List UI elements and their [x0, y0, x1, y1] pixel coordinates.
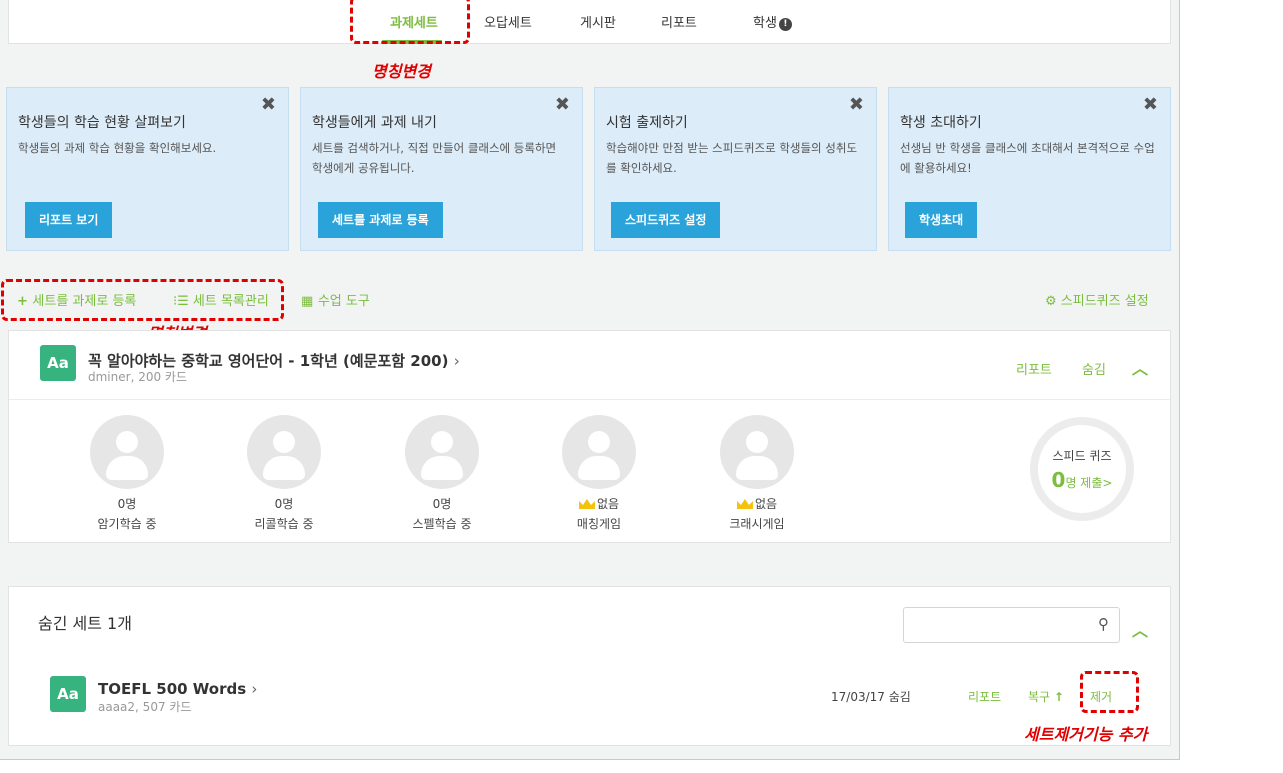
chevron-right-icon: › — [453, 352, 460, 370]
close-icon[interactable]: ✖ — [849, 94, 864, 115]
arrow-up-icon: ↑ — [1053, 690, 1064, 704]
card-report-overview: ✖ 학생들의 학습 현황 살펴보기 학생들의 과제 학습 현황을 확인해보세요.… — [6, 87, 289, 251]
stat-count: 0명 — [274, 497, 294, 511]
set-meta: dminer, 200 카드 — [88, 370, 187, 384]
card-desc: 세트를 검색하거나, 직접 만들어 클래스에 등록하면 학생에게 공유됩니다. — [312, 141, 557, 175]
register-set-button[interactable]: 세트를 과제로 등록 — [318, 202, 443, 238]
info-icon: ! — [778, 18, 792, 31]
close-icon[interactable]: ✖ — [261, 94, 276, 115]
stat-count: 없음 — [596, 497, 620, 511]
speed-quiz-widget[interactable]: 스피드 퀴즈 0명 제출> — [1030, 417, 1134, 521]
stat-label: 매칭게임 — [576, 517, 622, 531]
user-avatar-icon — [720, 415, 794, 489]
stat-count: 없음 — [754, 497, 778, 511]
stat-recall: 0명 리콜학습 중 — [234, 415, 334, 532]
view-report-button[interactable]: 리포트 보기 — [25, 202, 113, 238]
user-avatar-icon — [562, 415, 636, 489]
tab-students-label: 학생 — [753, 16, 777, 31]
card-desc: 선생님 반 학생을 클래스에 초대해서 본격적으로 수업에 활용하세요! — [900, 141, 1155, 175]
stat-count: 0명 — [117, 497, 137, 511]
crown-icon — [578, 499, 595, 509]
gear-icon: ⚙ — [1045, 294, 1061, 309]
card-title: 학생 초대하기 — [900, 115, 982, 131]
tab-students[interactable]: 학생! — [753, 12, 792, 31]
hidden-set-badge: Aa — [50, 676, 86, 712]
hidden-set-meta: aaaa2, 507 카드 — [98, 700, 192, 714]
invite-student-button[interactable]: 학생초대 — [905, 202, 978, 238]
search-field[interactable] — [912, 608, 1082, 640]
stat-memorize: 0명 암기학습 중 — [77, 415, 177, 532]
tab-board[interactable]: 게시판 — [580, 12, 616, 31]
hidden-set-title-link[interactable]: TOEFL 500 Words › — [98, 680, 257, 698]
speed-quiz-setup-button[interactable]: 스피드퀴즈 설정 — [611, 202, 721, 238]
annotation-rename-top: 명칭변경 — [372, 62, 431, 81]
stat-label: 크래시게임 — [729, 517, 785, 531]
card-assign-homework: ✖ 학생들에게 과제 내기 세트를 검색하거나, 직접 만들어 클래스에 등록하… — [300, 87, 583, 251]
divider — [9, 399, 1170, 400]
search-icon[interactable]: ⚲ — [1098, 615, 1109, 633]
stat-label: 스펠학습 중 — [412, 517, 472, 531]
stat-spell: 0명 스펠학습 중 — [392, 415, 492, 532]
stat-crash-game: 없음 크래시게임 — [707, 415, 807, 532]
stat-label: 리콜학습 중 — [254, 517, 314, 531]
chevron-up-icon[interactable]: ︿ — [1132, 355, 1148, 379]
hidden-date: 17/03/17 숨김 — [831, 690, 911, 704]
hidden-sets-title: 숨긴 세트 1개 — [38, 614, 132, 633]
tab-report[interactable]: 리포트 — [661, 12, 697, 31]
hidden-set-title: TOEFL 500 Words — [98, 680, 247, 698]
chevron-up-icon[interactable]: ︿ — [1132, 617, 1148, 641]
card-title: 시험 출제하기 — [606, 115, 688, 131]
quiz-suffix: 명 제출> — [1065, 476, 1113, 490]
card-desc: 학생들의 과제 학습 현황을 확인해보세요. — [18, 141, 217, 155]
tab-wrong-answer-sets[interactable]: 오답세트 — [484, 12, 532, 31]
app-frame: 과제세트 오답세트 게시판 리포트 학생! 명칭변경 ✖ 학생들의 학습 현황 … — [0, 0, 1180, 760]
card-invite-students: ✖ 학생 초대하기 선생님 반 학생을 클래스에 초대해서 본격적으로 수업에 … — [888, 87, 1171, 251]
card-desc: 학습해야만 만점 받는 스피드퀴즈로 학생들의 성취도를 확인하세요. — [606, 141, 858, 175]
stat-matching-game: 없음 매칭게임 — [549, 415, 649, 532]
crown-icon — [736, 499, 753, 509]
quiz-title: 스피드 퀴즈 — [1052, 449, 1112, 463]
chevron-right-icon: › — [251, 680, 258, 698]
set-report-link[interactable]: 리포트 — [1016, 359, 1052, 378]
speed-quiz-settings-label: 스피드퀴즈 설정 — [1060, 294, 1149, 309]
grid-icon: ▦ — [301, 294, 318, 309]
user-avatar-icon — [405, 415, 479, 489]
restore-label: 복구 — [1028, 690, 1051, 704]
set-hide-link[interactable]: 숨김 — [1082, 359, 1106, 378]
close-icon[interactable]: ✖ — [555, 94, 570, 115]
stat-label: 암기학습 중 — [97, 517, 157, 531]
annotation-remove-feature: 세트제거기능 추가 — [1024, 725, 1148, 744]
class-tools-link[interactable]: ▦ 수업 도구 — [301, 290, 370, 309]
quiz-submissions[interactable]: 0명 제출> — [1038, 468, 1126, 492]
user-avatar-icon — [90, 415, 164, 489]
speed-quiz-settings-link[interactable]: ⚙ 스피드퀴즈 설정 — [1045, 290, 1149, 309]
close-icon[interactable]: ✖ — [1143, 94, 1158, 115]
annotation-box-tools — [1, 279, 284, 321]
quiz-count: 0 — [1051, 468, 1066, 492]
card-create-test: ✖ 시험 출제하기 학습해야만 만점 받는 스피드퀴즈로 학생들의 성취도를 확… — [594, 87, 877, 251]
annotation-box-remove — [1080, 671, 1139, 713]
search-input[interactable]: ⚲ — [903, 607, 1120, 643]
hidden-report-link[interactable]: 리포트 — [968, 688, 1001, 705]
class-tools-label: 수업 도구 — [317, 294, 370, 309]
restore-link[interactable]: 복구 ↑ — [1028, 688, 1064, 705]
card-title: 학생들에게 과제 내기 — [312, 115, 437, 131]
set-badge: Aa — [40, 345, 76, 381]
card-title: 학생들의 학습 현황 살펴보기 — [18, 115, 186, 131]
stat-count: 0명 — [432, 497, 452, 511]
annotation-box-tab — [350, 0, 470, 44]
user-avatar-icon — [247, 415, 321, 489]
